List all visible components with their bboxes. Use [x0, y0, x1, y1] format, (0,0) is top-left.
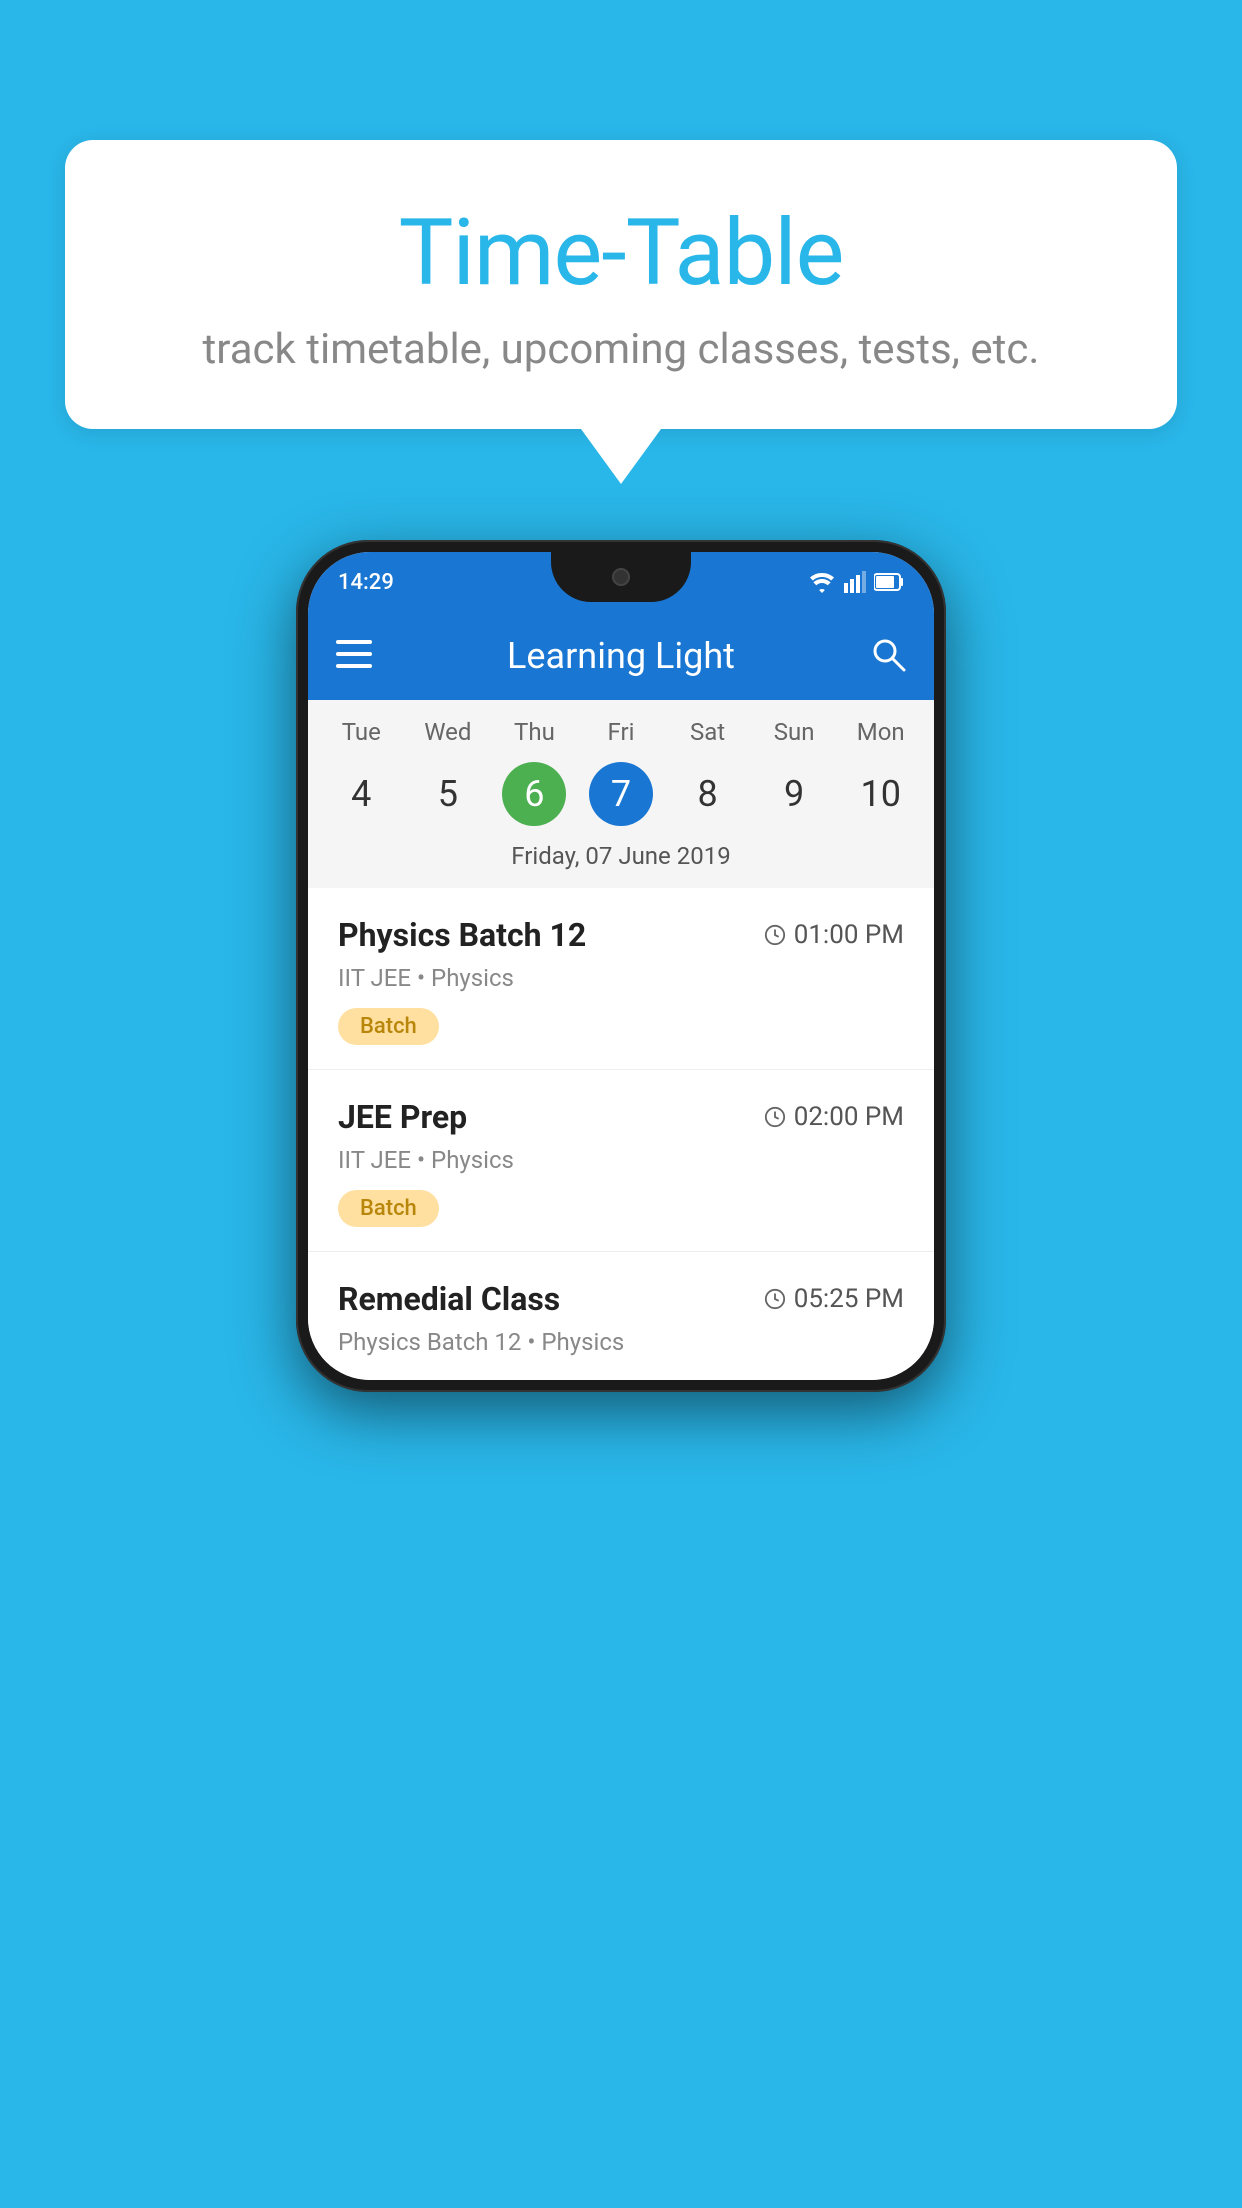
calendar-strip: Tue Wed Thu Fri Sat Sun Mon 4 5 6 7 8 9 … [308, 700, 934, 888]
class-time-1: 02:00 PM [764, 1102, 904, 1132]
date-8[interactable]: 8 [676, 762, 740, 826]
class-subject-1: IIT JEE • Physics [338, 1146, 904, 1174]
phone-mockup: 14:29 [296, 540, 946, 1392]
class-time-0: 01:00 PM [764, 920, 904, 950]
bubble-subtitle: track timetable, upcoming classes, tests… [145, 325, 1097, 374]
day-headers: Tue Wed Thu Fri Sat Sun Mon [308, 718, 934, 754]
batch-tag-0: Batch [338, 1008, 439, 1045]
date-7-selected[interactable]: 7 [589, 762, 653, 826]
search-icon[interactable] [870, 636, 906, 676]
bubble-arrow [581, 429, 661, 484]
class-name-2: Remedial Class [338, 1280, 560, 1318]
selected-date-label: Friday, 07 June 2019 [308, 842, 934, 888]
day-tue: Tue [318, 718, 405, 754]
phone-screen: 14:29 [308, 552, 934, 1380]
date-5[interactable]: 5 [416, 762, 480, 826]
class-item-2[interactable]: Remedial Class 05:25 PM Physics Batch 12… [308, 1252, 934, 1380]
status-bar: 14:29 [308, 552, 934, 612]
class-name-1: JEE Prep [338, 1098, 467, 1136]
signal-icon [844, 571, 866, 593]
class-item-0[interactable]: Physics Batch 12 01:00 PM IIT JEE • Phys… [308, 888, 934, 1070]
class-subject-0: IIT JEE • Physics [338, 964, 904, 992]
day-wed: Wed [405, 718, 492, 754]
class-item-header-0: Physics Batch 12 01:00 PM [338, 916, 904, 954]
speech-bubble: Time-Table track timetable, upcoming cla… [65, 140, 1177, 429]
hamburger-icon[interactable] [336, 640, 372, 672]
clock-icon-0 [764, 924, 786, 946]
day-sat: Sat [664, 718, 751, 754]
day-sun: Sun [751, 718, 838, 754]
batch-tag-1: Batch [338, 1190, 439, 1227]
class-item-header-2: Remedial Class 05:25 PM [338, 1280, 904, 1318]
status-icons [808, 571, 904, 593]
day-mon: Mon [837, 718, 924, 754]
wifi-icon [808, 571, 836, 593]
camera-dot [612, 568, 630, 586]
bubble-title: Time-Table [145, 200, 1097, 307]
day-fri: Fri [578, 718, 665, 754]
date-9[interactable]: 9 [762, 762, 826, 826]
notch [551, 552, 691, 602]
speech-bubble-section: Time-Table track timetable, upcoming cla… [65, 140, 1177, 484]
class-subject-2: Physics Batch 12 • Physics [338, 1328, 904, 1356]
app-bar: Learning Light [308, 612, 934, 700]
class-list: Physics Batch 12 01:00 PM IIT JEE • Phys… [308, 888, 934, 1380]
date-10[interactable]: 10 [849, 762, 913, 826]
status-time: 14:29 [338, 570, 394, 595]
class-item-header-1: JEE Prep 02:00 PM [338, 1098, 904, 1136]
clock-icon-2 [764, 1288, 786, 1310]
date-6-today[interactable]: 6 [502, 762, 566, 826]
class-name-0: Physics Batch 12 [338, 916, 586, 954]
day-numbers: 4 5 6 7 8 9 10 [308, 754, 934, 842]
phone-outer: 14:29 [296, 540, 946, 1392]
class-item-1[interactable]: JEE Prep 02:00 PM IIT JEE • Physics Batc… [308, 1070, 934, 1252]
battery-icon [874, 572, 904, 592]
class-time-2: 05:25 PM [764, 1284, 904, 1314]
date-4[interactable]: 4 [329, 762, 393, 826]
app-bar-title: Learning Light [396, 635, 846, 677]
clock-icon-1 [764, 1106, 786, 1128]
day-thu: Thu [491, 718, 578, 754]
